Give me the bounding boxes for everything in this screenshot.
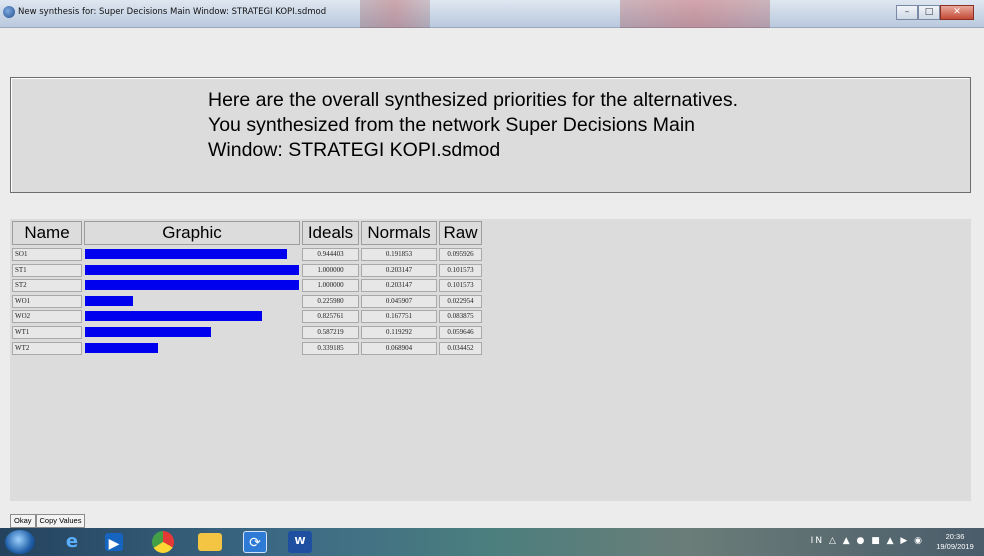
priority-bar (85, 264, 299, 275)
bottom-buttons: Okay Copy Values (10, 514, 86, 528)
ideals-cell: 0.339185 (302, 341, 359, 355)
ideals-cell: 0.944403 (302, 248, 359, 261)
title-bar: New synthesis for: Super Decisions Main … (0, 0, 984, 28)
clock-date: 19/09/2019 (936, 542, 974, 551)
priority-bar (85, 295, 134, 306)
start-orb-icon[interactable] (5, 530, 35, 554)
raw-cell: 0.059646 (439, 326, 482, 339)
window-controls: – □ ✕ (896, 5, 974, 20)
row-name: SO1 (12, 248, 82, 261)
maximize-button[interactable]: □ (918, 5, 940, 20)
column-header-raw: Raw (439, 221, 482, 245)
clock-time: 20:36 (945, 532, 965, 541)
message-line-3: Window: STRATEGI KOPI.sdmod (208, 139, 501, 161)
internet-explorer-icon[interactable]: e (60, 531, 84, 553)
title-bar-tint (360, 0, 430, 28)
priority-bar (85, 327, 211, 337)
column-header-ideals: Ideals (302, 221, 359, 245)
row-name: WT1 (12, 326, 82, 339)
column-header-name: Name (12, 221, 82, 245)
priorities-table: Name Graphic Ideals Normals Raw SO1 0.944… (10, 219, 971, 501)
row-name: ST2 (12, 279, 82, 293)
tray-icons[interactable]: △ ▲ ● ■ ▲ ▶ ◉ (829, 536, 924, 546)
title-bar-tint (620, 0, 770, 28)
normals-cell: 0.191853 (361, 248, 437, 261)
okay-button[interactable]: Okay (10, 514, 36, 528)
normals-cell: 0.119292 (361, 326, 437, 339)
row-name: WO1 (12, 294, 82, 308)
priority-bar (85, 249, 288, 259)
priority-bar (85, 342, 158, 353)
raw-cell: 0.101573 (439, 263, 482, 277)
ideals-cell: 0.825761 (302, 310, 359, 324)
system-tray: IN △ ▲ ● ■ ▲ ▶ ◉ (811, 536, 924, 546)
column-header-graphic: Graphic (84, 221, 300, 245)
priority-bar (85, 311, 262, 322)
taskbar: e ▶ ⟳ W IN △ ▲ ● ■ ▲ ▶ ◉ 20:36 19/09/201… (0, 528, 984, 556)
row-name: ST1 (12, 263, 82, 277)
media-player-icon[interactable]: ▶ (105, 533, 123, 552)
message-line-2: You synthesized from the network Super D… (208, 114, 696, 136)
word-icon[interactable]: W (288, 531, 312, 553)
clock[interactable]: 20:36 19/09/2019 (932, 532, 978, 552)
ideals-cell: 0.587219 (302, 326, 359, 339)
normals-cell: 0.045907 (361, 294, 437, 308)
synthesis-content: Here are the overall synthesized priorit… (0, 28, 984, 528)
file-explorer-icon[interactable] (198, 533, 222, 551)
normals-cell: 0.167751 (361, 310, 437, 324)
normals-cell: 0.203147 (361, 263, 437, 277)
window-title: New synthesis for: Super Decisions Main … (18, 7, 327, 17)
row-name: WT2 (12, 341, 82, 355)
message-line-1: Here are the overall synthesized priorit… (208, 89, 739, 111)
app-icon (3, 6, 15, 18)
chrome-icon[interactable] (152, 531, 174, 553)
normals-cell: 0.203147 (361, 279, 437, 293)
minimize-button[interactable]: – (896, 5, 918, 20)
raw-cell: 0.034452 (439, 341, 482, 355)
raw-cell: 0.095926 (439, 248, 482, 261)
raw-cell: 0.083875 (439, 310, 482, 324)
copy-values-button[interactable]: Copy Values (35, 514, 86, 528)
close-button[interactable]: ✕ (940, 5, 974, 20)
row-name: WO2 (12, 310, 82, 324)
ideals-cell: 1.000000 (302, 279, 359, 293)
raw-cell: 0.022954 (439, 294, 482, 308)
ideals-cell: 0.225980 (302, 294, 359, 308)
synthesis-message: Here are the overall synthesized priorit… (10, 77, 971, 193)
priority-bar (85, 280, 299, 291)
language-indicator[interactable]: IN (811, 536, 824, 546)
column-header-normals: Normals (361, 221, 437, 245)
normals-cell: 0.068904 (361, 341, 437, 355)
raw-cell: 0.101573 (439, 279, 482, 293)
super-decisions-icon[interactable]: ⟳ (243, 531, 267, 553)
ideals-cell: 1.000000 (302, 263, 359, 277)
